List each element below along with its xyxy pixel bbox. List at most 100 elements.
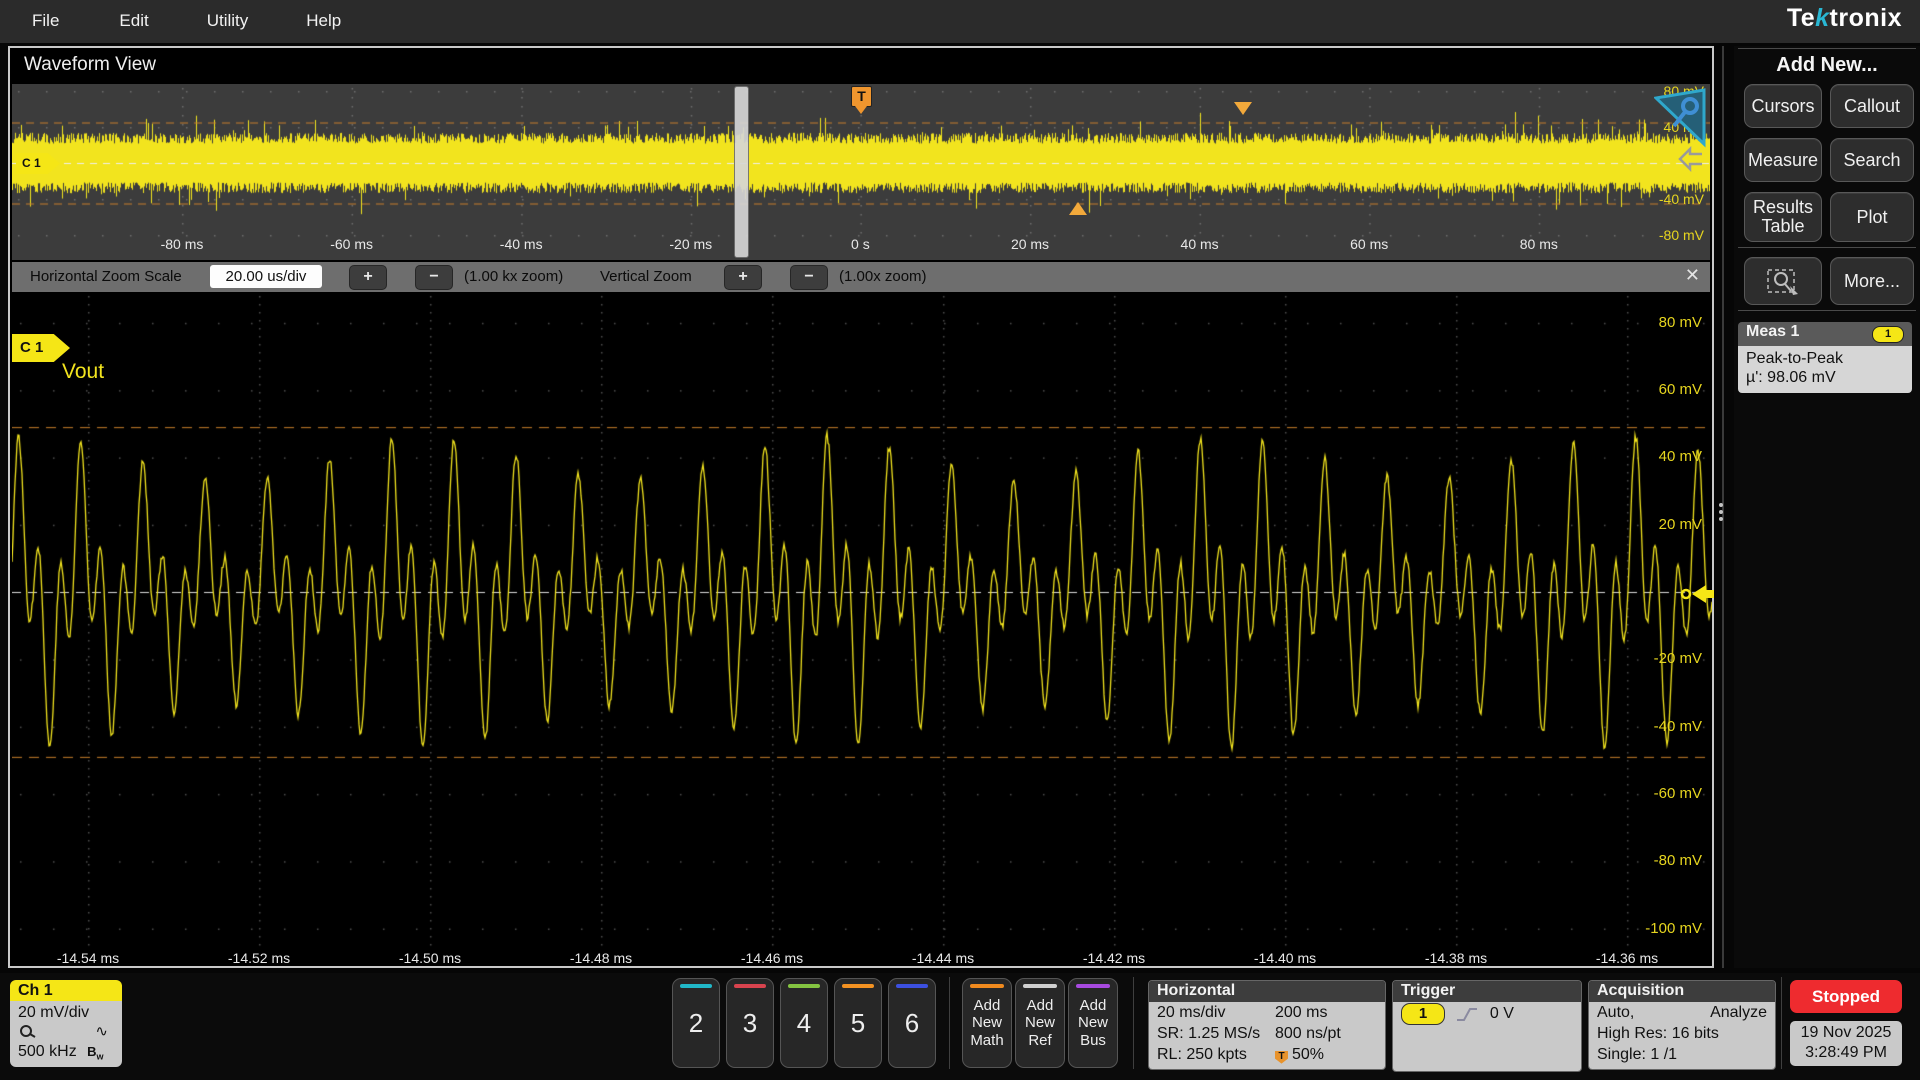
main-y-label: 80 mV (1658, 313, 1702, 331)
measurement-source-badge: 1 (1872, 326, 1904, 343)
add-new-math-button[interactable]: Add New Math (962, 978, 1012, 1068)
trigger-position-icon[interactable]: T (851, 86, 872, 107)
waveform-handle-icon[interactable] (1678, 146, 1704, 172)
main-x-label: -14.50 ms (398, 950, 462, 966)
channel-color-stripe (788, 984, 820, 988)
acquisition-mode: Auto, (1597, 1004, 1635, 1021)
main-y-label: 20 mV (1658, 515, 1702, 533)
trigger-panel-values: 1 0 V (1393, 1002, 1581, 1071)
zoom-window-slider[interactable] (734, 86, 749, 258)
acquisition-status-button[interactable]: Stopped (1790, 980, 1902, 1013)
channel-color-stripe (734, 984, 766, 988)
add-new-bus-button[interactable]: Add New Bus (1068, 978, 1118, 1068)
horizontal-panel-values: 20 ms/div 200 ms SR: 1.25 MS/s 800 ns/pt RL:… (1149, 1002, 1385, 1070)
horizontal-cell: T 50% (1275, 1045, 1324, 1066)
main-y-label: -20 mV (1653, 650, 1702, 668)
menu-item-help[interactable]: Help (306, 0, 341, 31)
bandwidth-limit-icon: Bw (87, 1043, 104, 1062)
zoom-region-icon (1767, 269, 1798, 295)
sidebar-button-measure[interactable]: Measure (1744, 138, 1822, 182)
logo-k-glyph: k (1815, 4, 1830, 32)
settings-bar: Ch 1 20 mV/div ∿ 500 kHz Bw 23456 Add Ne… (0, 973, 1920, 1080)
sidebar-button-cursors[interactable]: Cursors (1744, 84, 1822, 128)
sidebar-button-results-table[interactable]: Results Table (1744, 192, 1822, 242)
waveform-view-panel: Waveform View 80 mV 40 mV -40 mV -80 mV -80… (8, 46, 1714, 968)
search-marker-up-icon[interactable] (1069, 202, 1087, 215)
menu-item-utility[interactable]: Utility (207, 0, 249, 31)
sidebar: Add New... Cursors Callout Measure Search Re… (1734, 46, 1920, 968)
ac-coupling-icon: ∿ (95, 1023, 108, 1040)
main-x-label: -14.48 ms (569, 950, 633, 966)
acquisition-panel-values: Auto, Analyze High Res: 16 bits Single: … (1589, 1002, 1775, 1070)
zoom-overview-icon[interactable] (1654, 88, 1706, 148)
horizontal-panel-title: Horizontal (1149, 981, 1385, 1002)
add-new-color-stripe (1023, 984, 1057, 988)
main-x-label: -14.44 ms (911, 950, 975, 966)
zoom-mode-button[interactable] (1744, 257, 1822, 305)
channel-1-badge[interactable]: Ch 1 20 mV/div ∿ 500 kHz Bw (10, 980, 122, 1067)
acquisition-resolution: High Res: 16 bits (1597, 1024, 1719, 1042)
search-marker-down-icon[interactable] (1234, 102, 1252, 115)
horizontal-panel[interactable]: Horizontal 20 ms/div 200 ms SR: 1.25 MS/s 8… (1148, 980, 1386, 1071)
vertical-zoom-plus-button[interactable]: + (724, 265, 762, 290)
menu-bar: File Edit Utility Help Tektronix (0, 0, 1920, 43)
trace-label[interactable]: Vout (62, 360, 104, 384)
main-x-label: -14.46 ms (740, 950, 804, 966)
acquisition-single: Single: 1 /1 (1597, 1045, 1678, 1063)
tektronix-logo: Tektronix (1786, 4, 1902, 32)
measurement-badge[interactable]: Meas 1 1 Peak-to-Peak µ': 98.06 mV (1738, 322, 1912, 394)
horizontal-cell: 800 ns/pt (1275, 1024, 1341, 1042)
sidebar-button-plot[interactable]: Plot (1830, 192, 1914, 242)
horizontal-zoom-plus-button[interactable]: + (349, 265, 387, 290)
main-waveform-plot[interactable]: 80 mV 60 mV 40 mV 20 mV -20 mV -40 mV -60 mV -8… (12, 292, 1714, 948)
date: 19 Nov 2025 (1800, 1024, 1892, 1041)
acquisition-analyze: Analyze (1710, 1004, 1767, 1021)
horizontal-cell: 200 ms (1275, 1004, 1328, 1021)
horizontal-row: SR: 1.25 MS/s 800 ns/pt (1157, 1024, 1377, 1045)
channel-4-button[interactable]: 4 (780, 978, 828, 1068)
time: 3:28:49 PM (1805, 1044, 1887, 1061)
main-y-label: -40 mV (1653, 717, 1702, 735)
divider-drag-handle[interactable] (1719, 500, 1723, 524)
menu-item-file[interactable]: File (32, 0, 59, 31)
add-new-color-stripe (970, 984, 1004, 988)
vertical-zoom-minus-button[interactable]: − (790, 265, 828, 290)
main-plot-x-labels: -14.54 ms -14.52 ms -14.50 ms -14.48 ms -14.… (12, 950, 1712, 968)
main-plot-y-labels: 80 mV 60 mV 40 mV 20 mV -20 mV -40 mV -60 mV -8… (12, 292, 1712, 948)
add-new-title: Add New... (1776, 54, 1878, 76)
add-new-ref-button[interactable]: Add New Ref (1015, 978, 1065, 1068)
channel-color-stripe (842, 984, 874, 988)
zoom-scale-bar: Horizontal Zoom Scale 20.00 us/div + − (… (12, 262, 1710, 292)
menu-items: File Edit Utility Help (0, 0, 1920, 31)
channel-6-button[interactable]: 6 (888, 978, 936, 1068)
trigger-level-arrow-icon[interactable] (1680, 582, 1714, 606)
overview-time-label: 40 ms (1180, 236, 1219, 252)
channel-2-button[interactable]: 2 (672, 978, 720, 1068)
sidebar-button-search[interactable]: Search (1830, 138, 1914, 182)
horizontal-zoom-scale-label: Horizontal Zoom Scale (30, 268, 182, 285)
close-zoom-icon[interactable]: ✕ (1685, 265, 1700, 286)
overview-time-label: 0 s (851, 236, 870, 252)
trigger-position-small-icon: T (1275, 1050, 1288, 1064)
channel-5-button[interactable]: 5 (834, 978, 882, 1068)
vertical-zoom-label: Vertical Zoom (600, 268, 692, 285)
trigger-panel[interactable]: Trigger 1 0 V (1392, 980, 1582, 1072)
main-x-label: -14.36 ms (1595, 950, 1659, 966)
menu-item-edit[interactable]: Edit (119, 0, 148, 31)
channel-3-button[interactable]: 3 (726, 978, 774, 1068)
horizontal-zoom-minus-button[interactable]: − (415, 265, 453, 290)
measurement-type: Peak-to-Peak (1746, 350, 1843, 367)
channel-color-stripe (896, 984, 928, 988)
horizontal-zoom-scale-input[interactable]: 20.00 us/div (210, 265, 322, 288)
sidebar-button-callout[interactable]: Callout (1830, 84, 1914, 128)
overview-time-label: -60 ms (330, 236, 373, 252)
acquisition-panel[interactable]: Acquisition Auto, Analyze High Res: 16 b… (1588, 980, 1776, 1071)
more-button[interactable]: More... (1830, 257, 1914, 305)
rising-edge-icon (1457, 1008, 1478, 1021)
overview-time-label: 60 ms (1350, 236, 1389, 252)
horizontal-row: RL: 250 kpts T 50% (1157, 1045, 1377, 1066)
waveform-overview[interactable]: 80 mV 40 mV -40 mV -80 mV -80 ms -60 ms -40 m… (12, 83, 1710, 260)
horizontal-cell: SR: 1.25 MS/s (1157, 1024, 1261, 1042)
trigger-position-pointer-icon (855, 106, 867, 114)
probe-icon (20, 1025, 36, 1038)
